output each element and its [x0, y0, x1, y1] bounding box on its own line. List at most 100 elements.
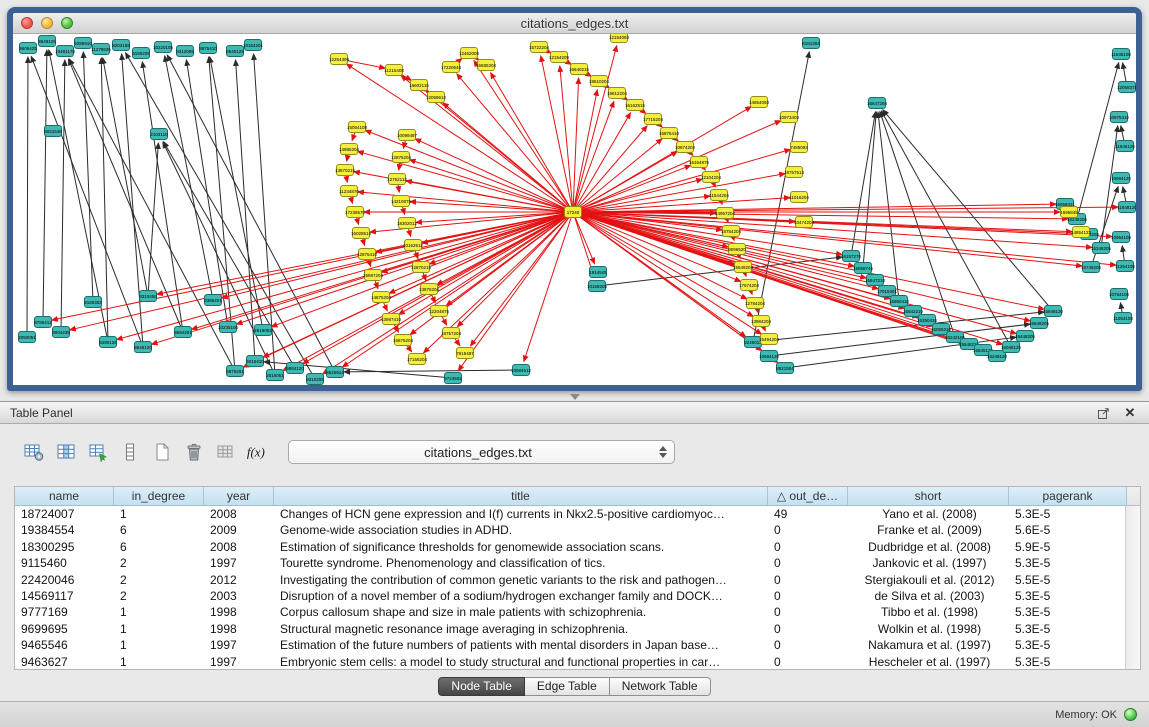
graph-node[interactable]: 8312055	[176, 46, 194, 57]
graph-node[interactable]: 10099487	[397, 130, 418, 141]
table-settings-icon[interactable]	[22, 440, 46, 464]
graph-node[interactable]: 18757204	[441, 328, 462, 339]
graph-node[interactable]: 8921504	[776, 363, 794, 374]
graph-node[interactable]: 10973403	[779, 112, 800, 123]
graph-node[interactable]: 11016204	[789, 192, 809, 203]
graph-node[interactable]: 1595845	[1060, 207, 1078, 218]
graph-node[interactable]: 15958745	[853, 263, 874, 274]
graph-node[interactable]: 2050051	[18, 332, 36, 343]
graph-node[interactable]: 9285910	[74, 38, 92, 49]
graph-node[interactable]: 9385201	[204, 295, 222, 306]
tab-node-table[interactable]: Node Table	[438, 677, 525, 696]
graph-node[interactable]: 18610204	[589, 76, 610, 87]
graph-node[interactable]: 9545120	[134, 342, 152, 353]
graph-node[interactable]: 16157278	[841, 251, 862, 262]
graph-node[interactable]: 18302012	[397, 218, 418, 229]
graph-node[interactable]: 10754108	[1109, 289, 1130, 300]
new-file-icon[interactable]	[150, 440, 174, 464]
graph-node[interactable]: 17715204	[643, 114, 664, 125]
close-window-button[interactable]	[21, 17, 33, 29]
graph-node[interactable]: 16875410	[659, 128, 680, 139]
function-builder-icon[interactable]: f(x)	[246, 440, 270, 464]
graph-node[interactable]: 16950410	[889, 296, 910, 307]
table-row[interactable]: 1938455462009Genome-wide association stu…	[15, 522, 1125, 538]
column-header-short[interactable]: short	[848, 487, 1009, 506]
graph-node[interactable]: 13987410	[381, 314, 402, 325]
network-canvas[interactable]: 1724096054258649125104811789285910112795…	[13, 34, 1136, 385]
row-tools-icon[interactable]	[118, 440, 142, 464]
graph-node[interactable]: 9724502	[444, 373, 462, 384]
graph-node[interactable]: 17220648	[441, 62, 462, 73]
graph-node[interactable]: 18757513	[784, 167, 805, 178]
graph-node[interactable]: 12875204	[391, 152, 412, 163]
graph-node[interactable]: 10154201	[243, 40, 264, 51]
graph-node[interactable]: 14854093	[749, 97, 770, 108]
graph-node[interactable]: 11254108	[1115, 261, 1135, 272]
graph-node[interactable]: 16048125	[1001, 342, 1022, 353]
graph-node[interactable]: 12104204	[701, 172, 722, 183]
graph-node[interactable]: 12204875	[429, 306, 450, 317]
column-header-title[interactable]: title	[274, 487, 768, 506]
table-selector-dropdown[interactable]: citations_edges.txt	[288, 440, 675, 464]
graph-node[interactable]: 14210875	[391, 196, 412, 207]
graph-node[interactable]: 11279525	[91, 44, 111, 55]
column-header-year[interactable]: year	[204, 487, 274, 506]
graph-node[interactable]: 16348205	[1091, 243, 1112, 254]
table-row[interactable]: 977716911998Corpus callosum shape and si…	[15, 604, 1125, 620]
graph-node[interactable]: 16640215	[569, 64, 590, 75]
graph-node[interactable]: 9004235	[52, 327, 70, 338]
table-row[interactable]: 1830029562008Estimation of significance …	[15, 539, 1125, 555]
graph-node[interactable]: 12058371	[1117, 82, 1136, 93]
close-panel-icon[interactable]: ✕	[1121, 405, 1139, 421]
graph-node[interactable]: 8649125	[38, 36, 56, 47]
graph-node[interactable]: 19812204	[607, 88, 628, 99]
graph-node[interactable]: 7615487	[456, 348, 474, 359]
graph-node[interactable]: 2616052	[254, 325, 272, 336]
graph-node[interactable]: 15722204	[529, 42, 550, 53]
graph-node[interactable]: 2616051	[266, 370, 284, 381]
float-panel-icon[interactable]	[1095, 405, 1113, 421]
graph-node[interactable]: 10584120	[759, 351, 780, 362]
graph-node[interactable]: 8203155	[112, 40, 130, 51]
graph-node[interactable]: 12875410	[357, 249, 378, 260]
graph-node[interactable]: 14985204	[339, 144, 360, 155]
graph-node[interactable]: 15494204	[759, 334, 780, 345]
graph-node[interactable]: 10584512	[511, 365, 532, 376]
column-header-name[interactable]: name	[15, 487, 114, 506]
graph-node[interactable]: 7485093	[790, 142, 808, 153]
graph-node[interactable]: 12752112	[387, 174, 407, 185]
graph-node[interactable]: 1914545	[589, 267, 607, 278]
graph-node[interactable]: 11544204	[709, 190, 729, 201]
graph-node[interactable]: 12058612	[426, 92, 447, 103]
graph-node[interactable]: 10481178	[55, 46, 75, 57]
graph-node[interactable]: 9215410	[246, 356, 264, 367]
table-row[interactable]: 946554611997Estimation of the future num…	[15, 637, 1125, 653]
graph-node[interactable]: 9190205	[132, 48, 150, 59]
tab-edge-table[interactable]: Edge Table	[525, 677, 610, 696]
graph-node[interactable]: 11054108	[1113, 313, 1133, 324]
graph-node[interactable]: 10162512	[403, 240, 424, 251]
graph-node[interactable]: 8540129	[226, 46, 244, 57]
graph-node[interactable]: 15987204	[363, 270, 384, 281]
graph-node[interactable]: 12462005	[459, 48, 480, 59]
graph-node[interactable]: 16028514	[351, 228, 372, 239]
tab-network-table[interactable]: Network Table	[610, 677, 711, 696]
graph-node[interactable]: 14957204	[715, 208, 736, 219]
graph-node[interactable]: 8021548	[44, 126, 62, 137]
delete-table-icon[interactable]	[182, 440, 206, 464]
graph-node[interactable]: 17158204	[407, 354, 428, 365]
graph-node[interactable]: 17674204	[739, 280, 760, 291]
graph-node[interactable]: 16648205	[1029, 318, 1050, 329]
graph-node[interactable]: 2103110	[150, 129, 168, 140]
graph-node[interactable]: 14854123	[1071, 227, 1092, 238]
graph-node[interactable]: 17015301	[877, 286, 898, 297]
graph-node[interactable]: 12784204	[745, 298, 766, 309]
graph-node[interactable]: 15549204	[733, 262, 754, 273]
graph-node[interactable]: 8181304	[802, 38, 820, 49]
graph-node[interactable]: 8785412	[34, 317, 52, 328]
graph-node[interactable]: 9605425	[19, 43, 37, 54]
graph-node[interactable]: 14875204	[371, 292, 392, 303]
graph-node[interactable]: 15054108	[347, 122, 368, 133]
table-row[interactable]: 2242004622012Investigating the contribut…	[15, 572, 1125, 588]
graph-node[interactable]: 8096520	[728, 244, 746, 255]
